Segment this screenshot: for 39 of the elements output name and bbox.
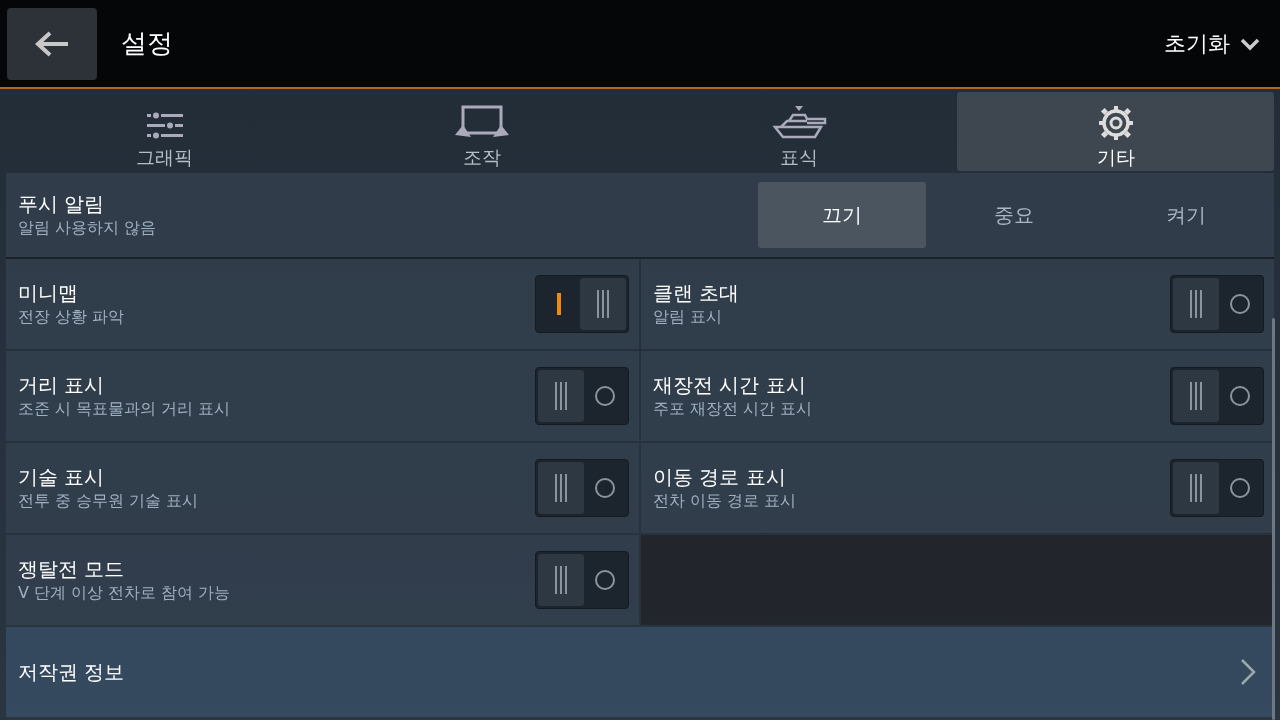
chevron-right-icon	[1240, 658, 1256, 686]
setting-subtitle: 전차 이동 경로 표시	[653, 490, 798, 512]
chevron-down-icon	[1240, 36, 1260, 51]
setting-title: 푸시 알림	[18, 191, 106, 217]
gear-icon	[1097, 105, 1134, 141]
setting-subtitle: 주포 재장전 시간 표시	[653, 398, 814, 420]
toggle-switch[interactable]	[535, 275, 629, 333]
setting-title: 미니맵	[18, 280, 79, 306]
option-button[interactable]: 켜기	[1100, 182, 1272, 248]
back-button[interactable]	[7, 7, 97, 80]
setting-title: 클랜 초대	[653, 280, 741, 306]
setting-title: 기술 표시	[18, 464, 106, 490]
setting-title: 거리 표시	[18, 372, 106, 398]
toggle-switch[interactable]	[535, 551, 629, 609]
setting-subtitle: 알림 사용하지 않음	[18, 217, 158, 239]
option-button[interactable]: 중요	[928, 182, 1100, 248]
setting-subtitle: V 단계 이상 전차로 참여 가능	[18, 582, 232, 604]
category-tab[interactable]: 표식	[640, 92, 957, 171]
setting-title: 이동 경로 표시	[653, 464, 787, 490]
toggle-switch[interactable]	[1170, 367, 1264, 425]
toggle-switch[interactable]	[1170, 275, 1264, 333]
option-button[interactable]: 끄기	[758, 182, 926, 248]
setting-title: 재장전 시간 표시	[653, 372, 807, 398]
setting-subtitle: 전투 중 승무원 기술 표시	[18, 490, 200, 512]
category-tab[interactable]: 그래픽	[6, 92, 323, 171]
toggle-switch[interactable]	[1170, 459, 1264, 517]
toggle-switch[interactable]	[535, 459, 629, 517]
copyright-row[interactable]: 저작권 정보	[6, 627, 1274, 717]
reset-dropdown[interactable]: 초기화	[1158, 27, 1266, 60]
setting-subtitle: 알림 표시	[653, 306, 724, 328]
category-tab[interactable]: 기타	[957, 92, 1274, 171]
tank-icon	[770, 105, 827, 141]
page-title: 설정	[121, 27, 174, 60]
setting-subtitle: 전장 상황 파악	[18, 306, 126, 328]
setting-title: 저작권 정보	[18, 659, 125, 685]
setting-title: 쟁탈전 모드	[18, 556, 126, 582]
setting-subtitle: 조준 시 목표물과의 거리 표시	[18, 398, 232, 420]
toggle-switch[interactable]	[535, 367, 629, 425]
category-tab[interactable]: 조작	[323, 92, 640, 171]
